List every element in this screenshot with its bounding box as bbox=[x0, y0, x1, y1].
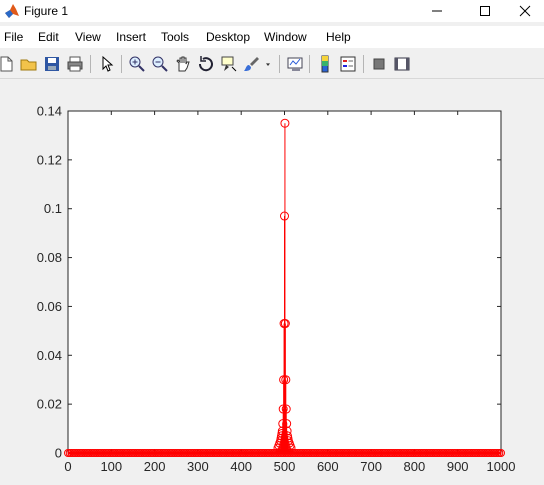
brush-icon[interactable] bbox=[242, 53, 262, 75]
x-tick-label: 300 bbox=[187, 459, 209, 474]
menu-file[interactable]: File bbox=[4, 30, 23, 44]
menu-view[interactable]: View bbox=[75, 30, 101, 44]
y-tick-label: 0 bbox=[55, 446, 62, 461]
x-tick-label: 1000 bbox=[487, 459, 516, 474]
data-cursor-icon[interactable] bbox=[219, 53, 239, 75]
y-tick-label: 0.12 bbox=[37, 152, 62, 167]
brush-dropdown-icon[interactable] bbox=[262, 53, 274, 75]
menu-tools[interactable]: Tools bbox=[161, 30, 189, 44]
stem-plot[interactable]: 0 100 200 300 400 500 600 700 800 900 1000 0 0.02 0.… bbox=[0, 79, 544, 485]
legend-icon[interactable] bbox=[338, 53, 358, 75]
menu-help[interactable]: Help bbox=[326, 30, 351, 44]
menu-desktop[interactable]: Desktop bbox=[206, 30, 250, 44]
link-plot-icon[interactable] bbox=[285, 53, 305, 75]
figure-canvas[interactable]: 0 100 200 300 400 500 600 700 800 900 1000 0 0.02 0.… bbox=[0, 79, 544, 485]
x-tick-label: 400 bbox=[230, 459, 252, 474]
close-button[interactable] bbox=[502, 0, 544, 22]
toolbar-separator bbox=[279, 55, 280, 73]
x-tick-label: 600 bbox=[317, 459, 339, 474]
figure-toolbar bbox=[0, 50, 544, 79]
x-tick-label: 0 bbox=[64, 459, 71, 474]
colorbar-icon[interactable] bbox=[315, 53, 335, 75]
pointer-icon[interactable] bbox=[97, 53, 117, 75]
matlab-logo-icon bbox=[4, 3, 20, 19]
show-plot-tools-icon[interactable] bbox=[392, 53, 412, 75]
save-icon[interactable] bbox=[42, 53, 62, 75]
toolbar-separator bbox=[121, 55, 122, 73]
window-titlebar: Figure 1 bbox=[0, 0, 544, 22]
x-tick-label: 100 bbox=[100, 459, 122, 474]
y-tick-label: 0.14 bbox=[37, 104, 62, 119]
x-tick-label: 800 bbox=[404, 459, 426, 474]
y-tick-label: 0.04 bbox=[37, 348, 62, 363]
menu-edit[interactable]: Edit bbox=[38, 30, 59, 44]
y-tick-label: 0.1 bbox=[44, 201, 62, 216]
window-title: Figure 1 bbox=[24, 4, 69, 18]
toolbar-separator bbox=[309, 55, 310, 73]
minimize-button[interactable] bbox=[414, 0, 460, 22]
print-icon[interactable] bbox=[65, 53, 85, 75]
toolbar-separator bbox=[90, 55, 91, 73]
x-tick-labels: 0 100 200 300 400 500 600 700 800 900 1000 bbox=[64, 459, 515, 474]
y-tick-label: 0.06 bbox=[37, 299, 62, 314]
new-figure-icon[interactable] bbox=[0, 53, 16, 75]
x-tick-label: 200 bbox=[144, 459, 166, 474]
y-tick-labels: 0 0.02 0.04 0.06 0.08 0.1 0.12 0.14 bbox=[37, 104, 62, 461]
zoom-in-icon[interactable] bbox=[127, 53, 147, 75]
toolbar-separator bbox=[363, 55, 364, 73]
x-tick-label: 900 bbox=[447, 459, 469, 474]
rotate-3d-icon[interactable] bbox=[196, 53, 216, 75]
zoom-out-icon[interactable] bbox=[150, 53, 170, 75]
x-tick-label: 700 bbox=[360, 459, 382, 474]
x-tick-label: 500 bbox=[274, 459, 296, 474]
y-tick-label: 0.08 bbox=[37, 250, 62, 265]
menu-insert[interactable]: Insert bbox=[116, 30, 146, 44]
pan-icon[interactable] bbox=[173, 53, 193, 75]
menu-bar: File Edit View Insert Tools Desktop Wind… bbox=[0, 26, 544, 48]
open-file-icon[interactable] bbox=[19, 53, 39, 75]
y-tick-label: 0.02 bbox=[37, 397, 62, 412]
hide-plot-tools-icon[interactable] bbox=[369, 53, 389, 75]
menu-window[interactable]: Window bbox=[264, 30, 307, 44]
